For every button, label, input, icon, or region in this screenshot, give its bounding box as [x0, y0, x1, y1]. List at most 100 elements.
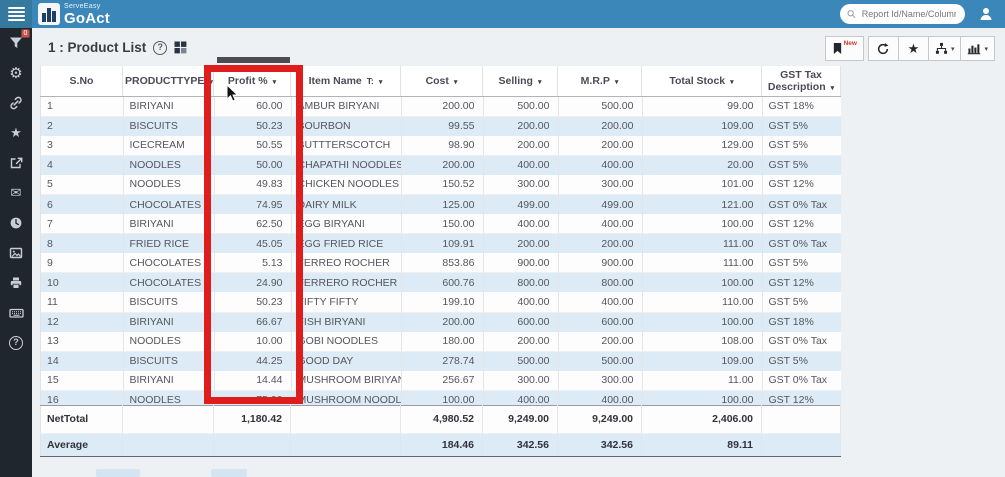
column-header-total-stock[interactable]: Total Stock▾: [642, 66, 762, 96]
column-header-gst-tax[interactable]: GST TaxDescription▾: [762, 66, 841, 96]
sort-caret-icon[interactable]: ▾: [538, 79, 542, 86]
partial-button[interactable]: [96, 469, 140, 477]
table-row[interactable]: 6CHOCOLATES74.95DAIRY MILK125.00499.0049…: [41, 194, 841, 214]
column-header-item-name[interactable]: Item NameT:▾: [291, 66, 401, 96]
search-box[interactable]: [840, 4, 965, 24]
cell-sno: 16: [41, 390, 123, 404]
table-body-viewport[interactable]: 1BIRIYANI60.00AMBUR BIRYANI200.00500.005…: [40, 97, 841, 405]
help-icon: ?: [9, 336, 23, 350]
cell-gst: GST 18%: [762, 97, 841, 117]
cell-selling: 400.00: [483, 214, 558, 234]
column-header-selling[interactable]: Selling▾: [483, 66, 558, 96]
cell-selling: 300.00: [483, 175, 558, 195]
table-row[interactable]: 14BISCUITS44.25GOOD DAY278.74500.00500.0…: [41, 351, 841, 371]
table-row[interactable]: 8FRIED RICE45.05EGG FRIED RICE109.91200.…: [41, 234, 841, 254]
cell-selling: 400.00: [483, 292, 558, 312]
layout-grid-icon[interactable]: [174, 41, 187, 54]
link-icon: [9, 96, 23, 110]
filter-icon: [9, 36, 23, 50]
new-bookmark-button[interactable]: New: [825, 36, 864, 61]
sort-caret-icon[interactable]: ▾: [379, 79, 383, 86]
table-row[interactable]: 1BIRIYANI60.00AMBUR BIRYANI200.00500.005…: [41, 97, 841, 117]
cell-type: BISCUITS: [123, 116, 214, 136]
cell-sno: 4: [41, 155, 123, 175]
sort-caret-icon[interactable]: ▾: [273, 79, 277, 86]
column-header-producttype[interactable]: PRODUCTTYPE▾: [123, 66, 214, 96]
cell-sno: 15: [41, 371, 123, 391]
cell-gst: GST 12%: [762, 273, 841, 293]
cell-item: AMBUR BIRYANI: [291, 97, 401, 117]
cell-mrp: 300.00: [558, 175, 642, 195]
cell-gst: GST 5%: [762, 292, 841, 312]
cell-stock: 109.00: [642, 351, 762, 371]
cell-gst: GST 5%: [762, 136, 841, 156]
cell-item: GOBI NOODLES: [291, 332, 401, 352]
cell-profit: 50.55: [214, 136, 291, 156]
column-header-cost[interactable]: Cost▾: [401, 66, 483, 96]
cell-stock: 100.00: [642, 390, 762, 404]
favorite-button[interactable]: ★: [898, 36, 929, 61]
cell-cost: 200.00: [401, 155, 483, 175]
sidebar-item-favorites[interactable]: ★: [0, 118, 32, 148]
cell-gst: [762, 433, 841, 456]
sidebar-item-settings[interactable]: ⚙: [0, 58, 32, 88]
sidebar-item-history[interactable]: [0, 208, 32, 238]
cell-gst: GST 18%: [762, 312, 841, 332]
table-row[interactable]: 15BIRIYANI14.44MUSHROOM BIRIYANI256.6730…: [41, 371, 841, 391]
user-account-button[interactable]: [975, 3, 997, 25]
table-row[interactable]: 5NOODLES49.83CHICKEN NOODLES150.52300.00…: [41, 175, 841, 195]
table-row[interactable]: 16NOODLES75.00MUSHROOM NOODLES100.00400.…: [41, 390, 841, 404]
table-body: 1BIRIYANI60.00AMBUR BIRYANI200.00500.005…: [41, 97, 841, 405]
sidebar-item-link[interactable]: [0, 88, 32, 118]
partial-button[interactable]: [211, 469, 247, 477]
column-header-s-no[interactable]: S.No: [41, 66, 123, 96]
table-row[interactable]: 12BIRIYANI66.67FISH BIRYANI200.00600.006…: [41, 312, 841, 332]
cell-type: CHOCOLATES: [123, 253, 214, 273]
cell-gst: GST 12%: [762, 390, 841, 404]
table-row[interactable]: 11BISCUITS50.23FIFTY FIFTY199.10400.0040…: [41, 292, 841, 312]
cell-sno: Average: [41, 433, 123, 456]
refresh-button[interactable]: [868, 36, 899, 61]
sidebar-item-gallery[interactable]: [0, 238, 32, 268]
sidebar-item-filter[interactable]: 0: [0, 28, 32, 58]
sidebar-item-share[interactable]: [0, 148, 32, 178]
cell-stock: 89.11: [642, 433, 762, 456]
cell-profit: 74.95: [214, 194, 291, 214]
cell-sno: 12: [41, 312, 123, 332]
table-row[interactable]: 10CHOCOLATES24.90FERRERO ROCHER600.76800…: [41, 273, 841, 293]
table-row[interactable]: 3ICECREAM50.55BUTTTERSCOTCH98.90200.0020…: [41, 136, 841, 156]
cell-mrp: 200.00: [558, 332, 642, 352]
table-row[interactable]: 9CHOCOLATES5.13FERREO ROCHER853.86900.00…: [41, 253, 841, 273]
search-input[interactable]: [860, 8, 958, 20]
cell-mrp: 900.00: [558, 253, 642, 273]
table-row[interactable]: 13NOODLES10.00GOBI NOODLES180.00200.0020…: [41, 332, 841, 352]
report-help-icon[interactable]: ?: [153, 41, 167, 55]
cell-item: MUSHROOM BIRIYANI: [291, 371, 401, 391]
cell-mrp: 500.00: [558, 97, 642, 117]
cell-cost: 256.67: [401, 371, 483, 391]
cell-sno: 10: [41, 273, 123, 293]
column-header-m-r-p[interactable]: M.R.P▾: [558, 66, 642, 96]
table-row[interactable]: 2BISCUITS50.23BOURBON99.55200.00200.0010…: [41, 116, 841, 136]
table-row[interactable]: 7BIRIYANI62.50EGG BIRYANI150.00400.00400…: [41, 214, 841, 234]
sort-caret-icon[interactable]: ▾: [730, 79, 734, 86]
cell-type: [123, 433, 214, 456]
sort-caret-icon[interactable]: ▾: [831, 85, 835, 92]
cell-sno: 2: [41, 116, 123, 136]
table-row[interactable]: 4NOODLES50.00CHAPATHI NOODLES200.00400.0…: [41, 155, 841, 175]
text-filter-icon[interactable]: T:: [367, 76, 374, 86]
cell-profit: 75.00: [214, 390, 291, 404]
sort-caret-icon[interactable]: ▾: [209, 79, 213, 86]
sidebar-item-mail[interactable]: ✉: [0, 178, 32, 208]
sort-caret-icon[interactable]: ▾: [454, 79, 458, 86]
cell-mrp: 9,249.00: [558, 405, 642, 433]
sidebar-item-help[interactable]: ?: [0, 328, 32, 358]
hierarchy-view-button[interactable]: ▾: [928, 36, 962, 61]
sidebar-item-keyboard[interactable]: [0, 298, 32, 328]
sidebar-item-print[interactable]: [0, 268, 32, 298]
cell-type: [123, 405, 214, 433]
sort-caret-icon[interactable]: ▾: [615, 79, 619, 86]
cell-profit: 50.23: [214, 116, 291, 136]
hamburger-menu-button[interactable]: [0, 0, 32, 28]
chart-view-button[interactable]: ▾: [960, 36, 995, 61]
